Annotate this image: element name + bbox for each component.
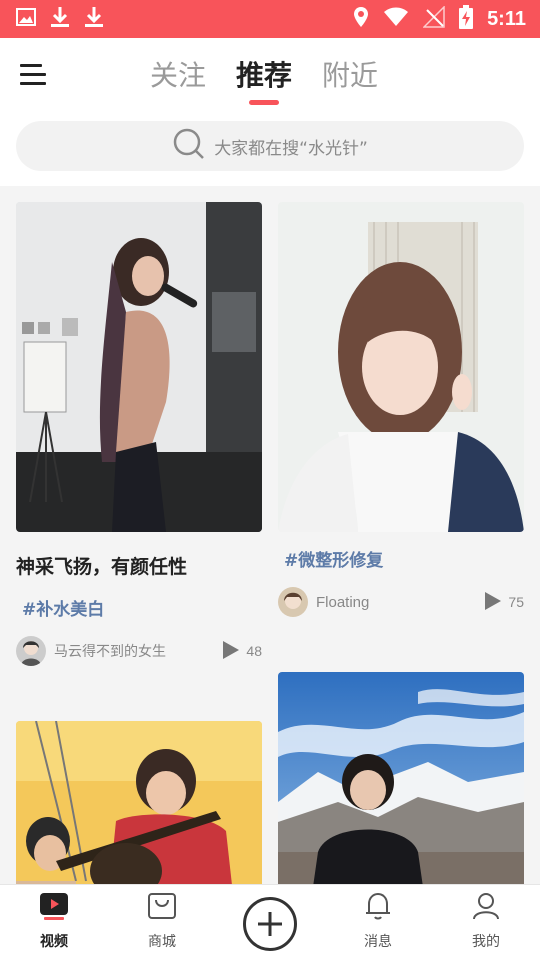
video-thumbnail[interactable] — [278, 202, 524, 532]
hamburger-menu-icon[interactable] — [20, 62, 48, 88]
video-card[interactable] — [278, 672, 524, 884]
nav-messages-label: 消息 — [364, 934, 392, 950]
video-play-icon — [39, 891, 69, 925]
play-count-value: 48 — [246, 643, 262, 659]
video-thumbnail[interactable] — [16, 721, 262, 884]
nav-video[interactable]: 视频 — [14, 891, 94, 951]
search-bar[interactable]: 大家都在搜“水光针” — [16, 121, 524, 171]
play-count-value: 75 — [508, 594, 524, 610]
user-icon — [471, 891, 501, 925]
nav-mall[interactable]: 商城 — [122, 891, 202, 951]
no-signal-icon — [422, 5, 445, 32]
play-count: 48 — [222, 640, 262, 663]
video-card[interactable] — [16, 721, 262, 884]
nav-mall-label: 商城 — [148, 934, 176, 950]
nav-video-label: 视频 — [40, 934, 68, 950]
tab-following[interactable]: 关注 — [150, 54, 206, 94]
location-icon — [353, 6, 369, 32]
video-feed[interactable]: 神采飞扬，有颜任性 #补水美白 马云得不到的女生 48 #微整形修复 Float… — [0, 186, 540, 884]
feed-tabs: 关注 推荐 附近 — [150, 54, 378, 105]
search-placeholder: 大家都在搜“水光针” — [214, 138, 368, 159]
download-icon — [84, 6, 104, 32]
nav-messages[interactable]: 消息 — [338, 891, 418, 951]
video-thumbnail[interactable] — [16, 202, 262, 532]
play-icon — [222, 640, 240, 663]
video-meta: 马云得不到的女生 48 — [16, 636, 262, 666]
battery-charging-icon — [459, 5, 474, 33]
nav-profile[interactable]: 我的 — [446, 891, 526, 951]
play-count: 75 — [484, 591, 524, 614]
top-header: 关注 推荐 附近 大家都在搜“水光针” — [0, 38, 540, 186]
tab-nearby[interactable]: 附近 — [322, 54, 378, 94]
bell-icon — [363, 891, 393, 925]
author-name[interactable]: Floating — [316, 594, 369, 611]
download-icon — [50, 6, 70, 32]
video-title: 神采飞扬，有颜任性 — [16, 556, 188, 578]
video-tag[interactable]: #微整形修复 — [284, 546, 524, 571]
tab-recommended[interactable]: 推荐 — [236, 54, 293, 105]
avatar[interactable] — [278, 587, 308, 617]
active-tab-indicator — [249, 100, 280, 105]
video-thumbnail[interactable] — [278, 672, 524, 884]
add-circle-icon[interactable] — [243, 897, 297, 951]
video-card[interactable]: 神采飞扬，有颜任性 #补水美白 马云得不到的女生 48 — [16, 202, 262, 666]
bottom-navigation: 视频 商城 消息 我的 — [0, 884, 540, 960]
video-card[interactable]: #微整形修复 Floating 75 — [278, 202, 524, 617]
nav-profile-label: 我的 — [472, 934, 500, 950]
search-icon — [172, 127, 206, 165]
image-icon — [16, 8, 36, 30]
video-meta: Floating 75 — [278, 587, 524, 617]
status-bar: 5:11 — [0, 0, 540, 38]
author-name[interactable]: 马云得不到的女生 — [54, 641, 166, 661]
status-time: 5:11 — [487, 7, 526, 30]
avatar[interactable] — [16, 636, 46, 666]
video-tag[interactable]: #补水美白 — [22, 595, 262, 620]
shopping-bag-icon — [147, 891, 177, 925]
wifi-icon — [383, 7, 409, 31]
play-icon — [484, 591, 502, 614]
tab-recommended-label: 推荐 — [236, 59, 293, 92]
